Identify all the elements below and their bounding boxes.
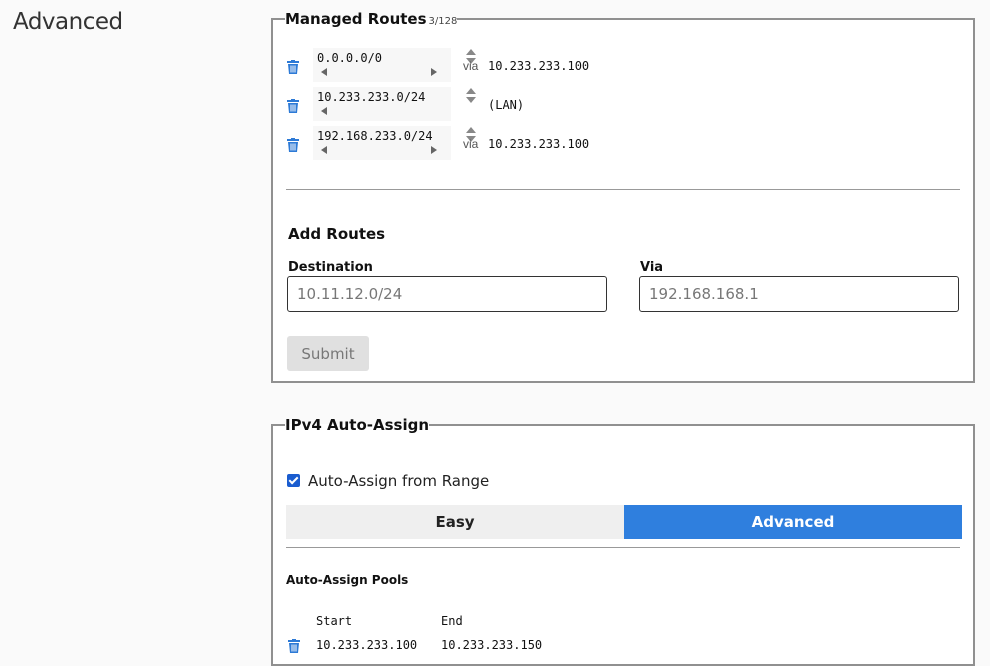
- route-destination: 0.0.0.0/0: [317, 51, 383, 65]
- via-label: via: [463, 137, 479, 151]
- scroll-right-icon[interactable]: [431, 146, 437, 154]
- pool-start: 10.233.233.100: [316, 638, 418, 652]
- trash-icon[interactable]: [287, 138, 299, 152]
- scroll-left-icon[interactable]: [321, 68, 327, 76]
- auto-assign-pools-title: Auto-Assign Pools: [286, 573, 409, 587]
- pool-start-header: Start: [316, 614, 353, 628]
- tab-advanced[interactable]: Advanced: [624, 505, 962, 539]
- via-field-label: Via: [640, 260, 664, 275]
- add-routes-heading: Add Routes: [288, 225, 386, 243]
- ipv4-auto-assign-panel: IPv4 Auto-Assign Auto-Assign from Range …: [271, 416, 975, 666]
- ipv4-auto-assign-legend: IPv4 Auto-Assign: [285, 416, 430, 434]
- route-via: (LAN): [488, 98, 525, 112]
- trash-icon[interactable]: [287, 99, 299, 113]
- page-title: Advanced: [13, 9, 123, 35]
- checkbox-checked-icon[interactable]: [287, 474, 300, 487]
- route-destination-field[interactable]: 10.233.233.0/24: [313, 87, 476, 121]
- managed-routes-legend: Managed Routes 3/128: [285, 10, 457, 28]
- tab-easy[interactable]: Easy: [286, 505, 624, 539]
- via-label: via: [463, 59, 479, 73]
- destination-input[interactable]: [287, 276, 607, 312]
- route-destination-field[interactable]: 192.168.233.0/24: [313, 126, 476, 160]
- managed-routes-title: Managed Routes: [285, 10, 427, 28]
- scroll-right-icon[interactable]: [431, 68, 437, 76]
- scroll-left-icon[interactable]: [321, 107, 327, 115]
- pool-end: 10.233.233.150: [441, 638, 543, 652]
- destination-label: Destination: [288, 260, 373, 275]
- spinner-arrows-icon[interactable]: [466, 88, 476, 106]
- route-destination: 192.168.233.0/24: [317, 129, 433, 143]
- scroll-left-icon[interactable]: [321, 146, 327, 154]
- divider: [286, 189, 960, 190]
- via-input[interactable]: [639, 276, 959, 312]
- route-destination-field[interactable]: 0.0.0.0/0: [313, 48, 476, 82]
- pool-end-header: End: [441, 614, 463, 628]
- trash-icon[interactable]: [288, 639, 300, 653]
- managed-routes-panel: Managed Routes 3/128 0.0.0.0/0 via 10.233…: [271, 10, 975, 383]
- auto-assign-checkbox-label[interactable]: Auto-Assign from Range: [308, 472, 489, 490]
- route-count: 3/128: [428, 16, 458, 27]
- route-via: 10.233.233.100: [488, 137, 590, 151]
- route-via: 10.233.233.100: [488, 59, 590, 73]
- route-row: 192.168.233.0/24 via 10.233.233.100: [287, 126, 707, 162]
- submit-button[interactable]: Submit: [287, 336, 369, 371]
- route-row: 0.0.0.0/0 via 10.233.233.100: [287, 48, 707, 84]
- route-row: 10.233.233.0/24 (LAN): [287, 87, 707, 123]
- divider: [286, 547, 960, 548]
- trash-icon[interactable]: [287, 60, 299, 74]
- route-destination: 10.233.233.0/24: [317, 90, 426, 104]
